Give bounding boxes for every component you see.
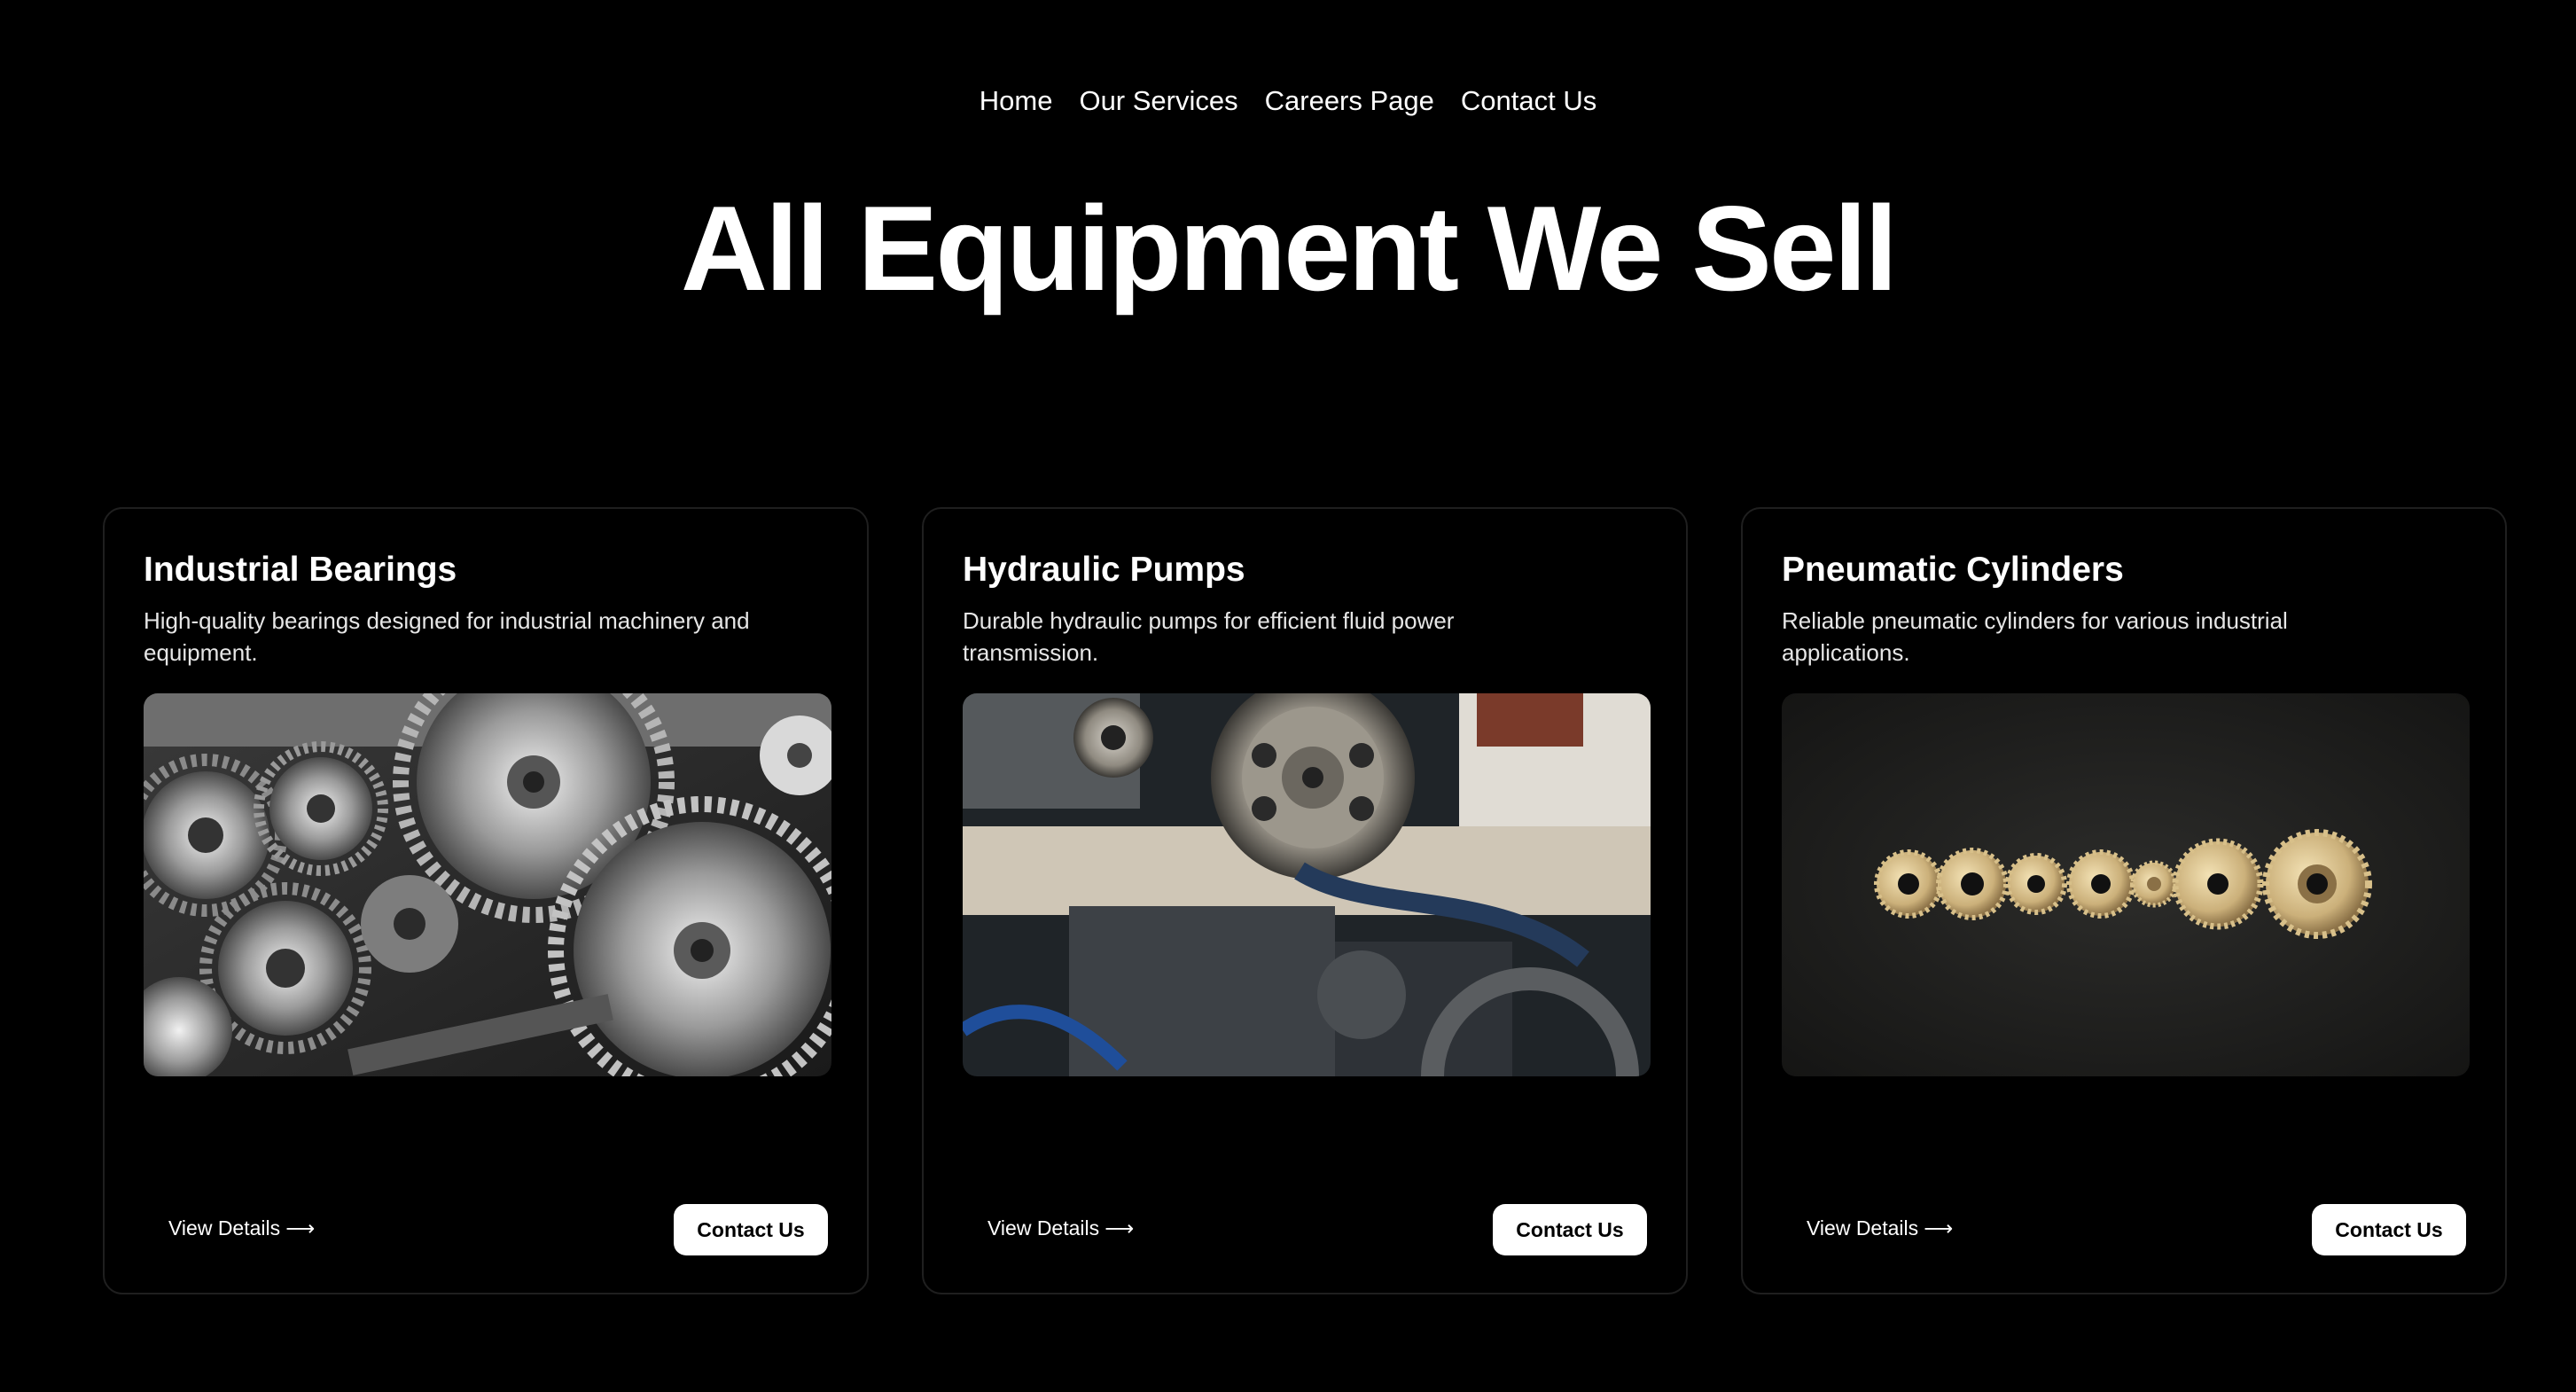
product-card-hydraulic-pumps: Hydraulic Pumps Durable hydraulic pumps … (922, 507, 1688, 1294)
view-details-link[interactable]: View Details ⟶ (987, 1215, 1134, 1241)
arrow-right-icon: ⟶ (1924, 1216, 1954, 1240)
engine-pulley-photo-icon (963, 693, 1651, 1076)
engine-pulley-image (963, 693, 1651, 1076)
nav-our-services[interactable]: Our Services (1079, 78, 1237, 124)
card-description: High-quality bearings designed for indus… (144, 607, 750, 666)
gears-machinery-image (144, 693, 831, 1076)
card-title: Pneumatic Cylinders (1782, 551, 2124, 589)
contact-us-button[interactable]: Contact Us (674, 1204, 828, 1255)
page-title: All Equipment We Sell (680, 181, 1898, 316)
arrow-right-icon: ⟶ (285, 1216, 316, 1240)
gears-machinery-photo-icon (144, 693, 831, 1076)
view-details-label: View Details (168, 1216, 281, 1240)
nav-home[interactable]: Home (980, 78, 1053, 124)
product-card-industrial-bearings: Industrial Bearings High-quality bearing… (103, 507, 869, 1294)
card-description: Durable hydraulic pumps for efficient fl… (963, 607, 1455, 666)
view-details-label: View Details (987, 1216, 1100, 1240)
card-title: Industrial Bearings (144, 551, 457, 589)
nav-careers-page[interactable]: Careers Page (1265, 78, 1434, 124)
golden-gears-row-photo-icon (1782, 693, 2470, 1076)
product-cards: Industrial Bearings High-quality bearing… (103, 507, 2507, 1294)
contact-us-button[interactable]: Contact Us (1493, 1204, 1647, 1255)
view-details-link[interactable]: View Details ⟶ (168, 1215, 315, 1241)
card-description: Reliable pneumatic cylinders for various… (1782, 607, 2288, 666)
nav-contact-us[interactable]: Contact Us (1461, 78, 1596, 124)
view-details-link[interactable]: View Details ⟶ (1807, 1215, 1953, 1241)
golden-gears-image (1782, 693, 2470, 1076)
page: Home Our Services Careers Page Contact U… (0, 0, 2576, 1392)
product-card-pneumatic-cylinders: Pneumatic Cylinders Reliable pneumatic c… (1741, 507, 2507, 1294)
view-details-label: View Details (1807, 1216, 1919, 1240)
contact-us-button[interactable]: Contact Us (2312, 1204, 2466, 1255)
card-title: Hydraulic Pumps (963, 551, 1245, 589)
arrow-right-icon: ⟶ (1105, 1216, 1135, 1240)
top-nav: Home Our Services Careers Page Contact U… (0, 78, 2576, 124)
